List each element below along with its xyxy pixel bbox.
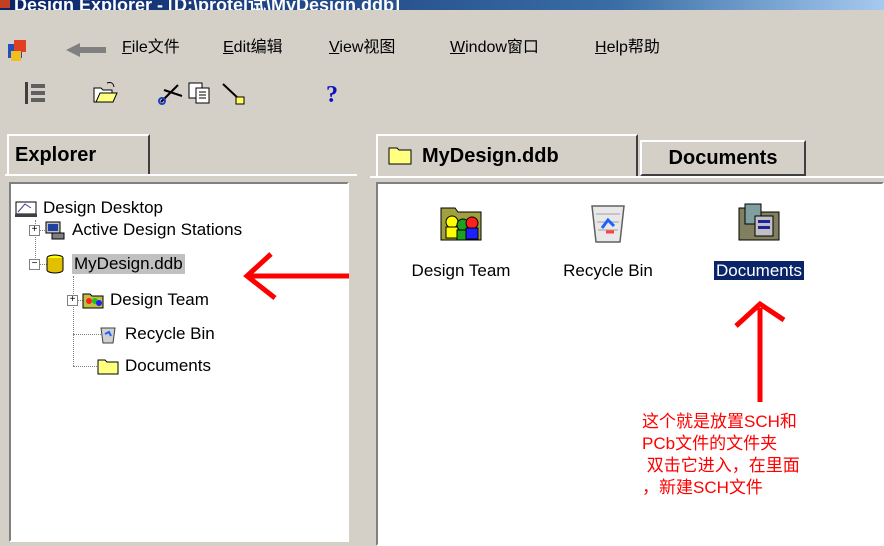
back-arrow-icon[interactable] xyxy=(62,42,108,58)
open-folder-icon[interactable] xyxy=(92,80,118,106)
content-panel: MyDesign.ddb Documents Design Team Recyc… xyxy=(370,126,884,546)
tree-item-design-desktop[interactable]: Design Desktop xyxy=(15,196,163,220)
content-area: Design Team Recycle Bin Documents xyxy=(376,182,884,546)
cut-icon[interactable] xyxy=(158,80,184,106)
help-icon[interactable]: ? xyxy=(318,80,344,106)
team-icon xyxy=(82,293,104,309)
explorer-tree: Design Desktop + Active Design Stations … xyxy=(9,182,349,542)
expand-icon[interactable]: + xyxy=(29,224,40,236)
tab-documents[interactable]: Documents xyxy=(640,140,806,176)
stations-icon xyxy=(45,221,65,240)
tree-item-design-team[interactable]: + Design Team xyxy=(67,288,209,312)
tree-item-active-design-stations[interactable]: + Active Design Stations xyxy=(29,218,242,242)
folder-icon xyxy=(388,147,412,165)
tab-explorer[interactable]: Explorer xyxy=(7,134,150,174)
paste-icon[interactable] xyxy=(220,80,246,106)
menu-view[interactable]: View视图 xyxy=(329,33,395,57)
tree-toggle-icon[interactable] xyxy=(22,80,48,106)
tab-mydesign-ddb[interactable]: MyDesign.ddb xyxy=(376,134,638,176)
team-folder-icon xyxy=(440,207,482,241)
menu-edit[interactable]: Edit编辑 xyxy=(223,33,283,57)
toolbar xyxy=(0,72,884,120)
database-icon xyxy=(46,254,64,274)
item-documents[interactable]: Documents xyxy=(696,200,822,281)
svg-text:?: ? xyxy=(326,82,338,106)
desktop-icon xyxy=(15,201,37,217)
recycle-bin-icon xyxy=(591,205,625,243)
item-recycle-bin[interactable]: Recycle Bin xyxy=(546,200,670,281)
expand-icon[interactable]: + xyxy=(67,294,78,306)
recycle-bin-icon xyxy=(100,327,116,344)
title-bar: Design Explorer - [D:\protel试\MyDesign.d… xyxy=(0,0,884,10)
folder-icon xyxy=(97,359,119,375)
annotation-arrow-left xyxy=(243,252,349,300)
explorer-panel: Explorer Design Desktop + Active Design … xyxy=(5,126,357,542)
collapse-icon[interactable]: − xyxy=(29,258,40,270)
window-title: Design Explorer - [D:\protel试\MyDesign.d… xyxy=(14,0,401,10)
annotation-arrow-up xyxy=(734,300,786,402)
copy-icon[interactable] xyxy=(186,80,212,106)
tree-item-documents[interactable]: Documents xyxy=(97,354,211,378)
tree-item-mydesign-ddb[interactable]: − MyDesign.ddb xyxy=(29,252,185,276)
menu-file[interactable]: File文件 xyxy=(122,33,180,57)
app-icon xyxy=(0,0,10,8)
tree-item-recycle-bin[interactable]: Recycle Bin xyxy=(97,322,215,346)
menu-window[interactable]: Window窗口 xyxy=(450,33,539,57)
menu-help[interactable]: Help帮助 xyxy=(595,33,660,57)
annotation-text: 这个就是放置SCH和 PCb文件的文件夹 双击它进入，在里面 ，新建SCH文件 xyxy=(642,412,800,497)
app-logo-icon xyxy=(8,40,26,61)
item-design-team[interactable]: Design Team xyxy=(398,200,524,281)
documents-folder-icon xyxy=(738,203,780,241)
